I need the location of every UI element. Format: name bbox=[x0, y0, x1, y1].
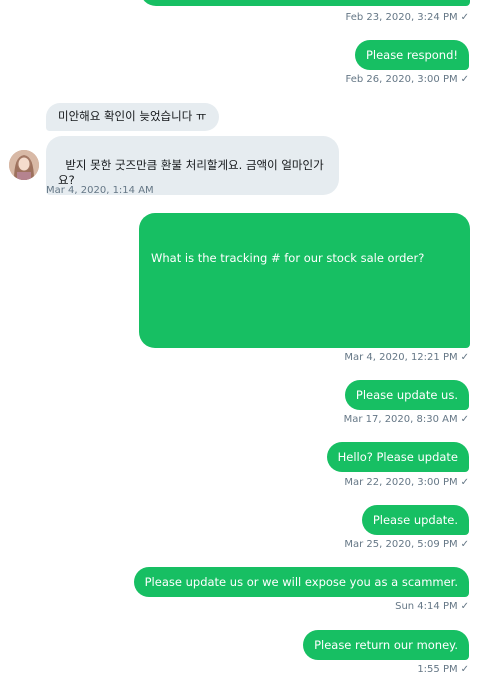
message-timestamp: Mar 17, 2020, 8:30 AM ✓ bbox=[344, 414, 469, 426]
sent-message-bubble[interactable] bbox=[140, 0, 470, 6]
message-text: Please update. bbox=[372, 513, 458, 527]
timestamp-text: Sun 4:14 PM bbox=[395, 601, 458, 612]
message-text: Hello? Please update bbox=[337, 450, 458, 464]
message-timestamp: Mar 4, 2020, 1:14 AM bbox=[46, 185, 154, 197]
message-text: Please return our money. bbox=[314, 638, 458, 652]
timestamp-text: Mar 17, 2020, 8:30 AM bbox=[343, 414, 458, 425]
read-check-icon: ✓ bbox=[460, 477, 469, 488]
message-timestamp: Mar 22, 2020, 3:00 PM ✓ bbox=[344, 477, 469, 489]
message-timestamp: Mar 25, 2020, 5:09 PM ✓ bbox=[344, 539, 469, 551]
read-check-icon: ✓ bbox=[460, 352, 469, 363]
sent-message-bubble[interactable]: Hello? Please update bbox=[326, 442, 469, 472]
timestamp-text: Feb 26, 2020, 3:00 PM bbox=[345, 74, 458, 85]
timestamp-text: Mar 22, 2020, 3:00 PM bbox=[344, 477, 458, 488]
timestamp-text: Feb 23, 2020, 3:24 PM bbox=[345, 12, 458, 23]
message-timestamp: 1:55 PM ✓ bbox=[417, 664, 469, 676]
message-text: 받지 못한 굿즈만큼 환불 처리할게요. 금액이 얼마인가요? bbox=[58, 158, 324, 187]
read-check-icon: ✓ bbox=[460, 539, 469, 550]
message-timestamp: Feb 26, 2020, 3:00 PM ✓ bbox=[346, 74, 469, 86]
message-timestamp: Feb 23, 2020, 3:24 PM ✓ bbox=[346, 12, 469, 24]
avatar-image bbox=[9, 150, 39, 180]
sent-message-bubble[interactable]: What is the tracking # for our stock sal… bbox=[139, 213, 470, 518]
received-message-bubble[interactable]: 미안해요 확인이 늦었습니다 ㅠ bbox=[46, 103, 219, 131]
sent-message-bubble[interactable]: Please update us. bbox=[344, 380, 469, 410]
message-text: Please update us or we will expose you a… bbox=[144, 575, 458, 589]
sent-message-bubble[interactable]: Please return our money. bbox=[303, 630, 469, 660]
contact-avatar[interactable] bbox=[9, 150, 39, 180]
read-check-icon: ✓ bbox=[460, 601, 469, 612]
sent-message-bubble[interactable]: Please update us or we will expose you a… bbox=[133, 567, 469, 597]
read-check-icon: ✓ bbox=[460, 74, 469, 85]
message-text: Please update us. bbox=[355, 388, 458, 402]
message-text: Please refund $ bbox=[151, 355, 241, 369]
message-text: Please respond! bbox=[365, 48, 458, 62]
message-text: USD to bbox=[245, 370, 285, 384]
message-timestamp: Mar 4, 2020, 12:21 PM ✓ bbox=[344, 352, 469, 364]
timestamp-text: Mar 4, 2020, 12:21 PM bbox=[344, 352, 458, 363]
message-line: What is the tracking # for our stock sal… bbox=[151, 251, 425, 265]
sent-message-bubble[interactable]: Please update. bbox=[361, 505, 469, 535]
read-check-icon: ✓ bbox=[460, 12, 469, 23]
timestamp-text: Mar 4, 2020, 1:14 AM bbox=[46, 185, 154, 196]
timestamp-text: Mar 25, 2020, 5:09 PM bbox=[344, 539, 458, 550]
read-check-icon: ✓ bbox=[460, 414, 469, 425]
message-timestamp: Sun 4:14 PM ✓ bbox=[395, 601, 469, 613]
read-check-icon: ✓ bbox=[460, 664, 469, 675]
message-text: 미안해요 확인이 늦었습니다 ㅠ bbox=[58, 109, 207, 123]
timestamp-text: 1:55 PM bbox=[417, 664, 458, 675]
sent-message-bubble[interactable]: Please respond! bbox=[354, 40, 469, 70]
